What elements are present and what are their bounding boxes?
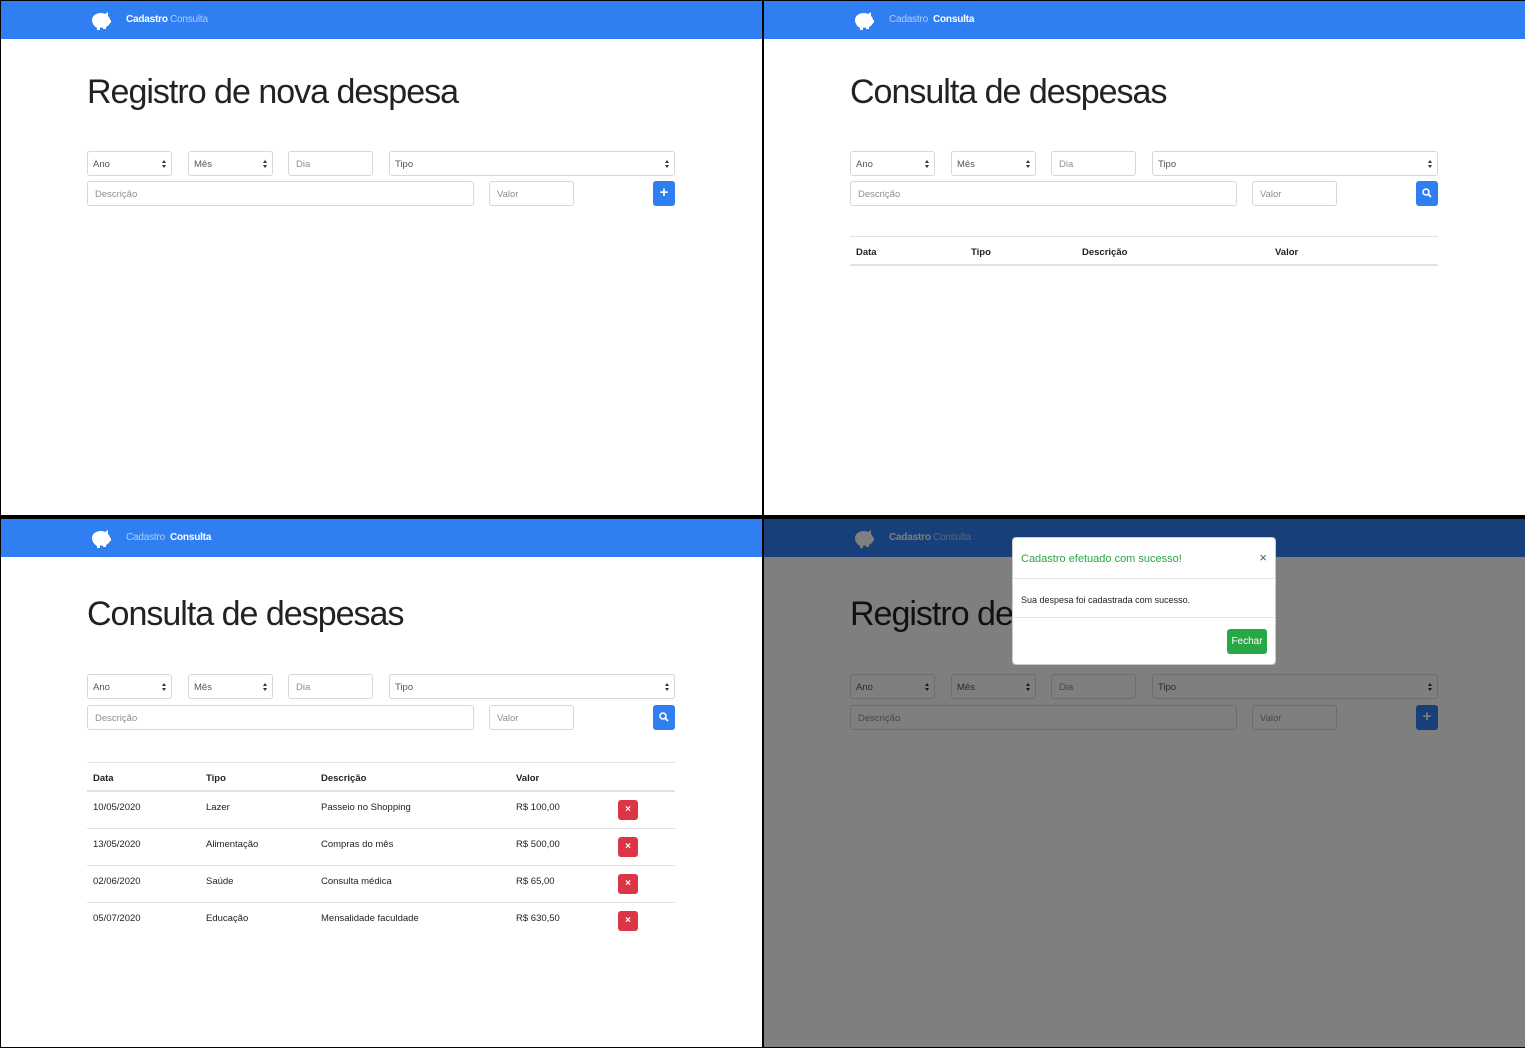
- nav-consulta[interactable]: Consulta: [933, 14, 974, 25]
- th-tipo: Tipo: [206, 773, 226, 784]
- descricao-input[interactable]: Descrição: [850, 181, 1237, 206]
- search-button[interactable]: [653, 705, 675, 730]
- mes-select[interactable]: Mês: [188, 674, 273, 699]
- valor-input[interactable]: Valor: [1252, 181, 1337, 206]
- nav-cadastro[interactable]: Cadastro: [126, 532, 165, 543]
- piggy-bank-icon[interactable]: [89, 8, 113, 32]
- descricao-input[interactable]: Descrição: [87, 705, 474, 730]
- page-title: Consulta de despesas: [850, 73, 1167, 111]
- dia-input[interactable]: Dia: [288, 674, 373, 699]
- th-valor: Valor: [516, 773, 540, 784]
- search-icon: [1422, 188, 1432, 198]
- table-header: Data Tipo Descrição Valor: [850, 236, 1438, 266]
- th-descricao: Descrição: [321, 773, 367, 784]
- tipo-select[interactable]: Tipo: [389, 151, 675, 176]
- cell-descricao: Mensalidade faculdade: [321, 913, 419, 924]
- cell-tipo: Saúde: [206, 876, 234, 887]
- piggy-bank-icon[interactable]: [89, 526, 113, 550]
- panel-registro: Cadastro Consulta Registro de nova despe…: [1, 1, 762, 515]
- panel-consulta-results: Cadastro Consulta Consulta de despesas A…: [1, 519, 762, 1047]
- cell-data: 13/05/2020: [93, 839, 141, 850]
- table-row: 13/05/2020 Alimentação Compras do mês R$…: [87, 829, 675, 866]
- search-icon: [659, 712, 669, 722]
- success-modal: Cadastro efetuado com sucesso! × Sua des…: [1012, 537, 1276, 665]
- descricao-input[interactable]: Descrição: [87, 181, 474, 206]
- add-button[interactable]: +: [653, 181, 675, 206]
- search-button[interactable]: [1416, 181, 1438, 206]
- navbar: Cadastro Consulta: [764, 1, 1525, 39]
- delete-button[interactable]: ×: [618, 800, 638, 820]
- cell-data: 02/06/2020: [93, 876, 141, 887]
- ano-select[interactable]: Ano: [850, 151, 935, 176]
- th-valor: Valor: [1275, 247, 1299, 258]
- navbar: Cadastro Consulta: [1, 519, 762, 557]
- modal-divider: [1013, 617, 1275, 618]
- delete-button[interactable]: ×: [618, 911, 638, 931]
- cell-descricao: Passeio no Shopping: [321, 802, 411, 813]
- nav-consulta[interactable]: Consulta: [170, 532, 211, 543]
- table-header: Data Tipo Descrição Valor: [87, 762, 675, 792]
- dia-input[interactable]: Dia: [288, 151, 373, 176]
- cell-data: 05/07/2020: [93, 913, 141, 924]
- mes-select[interactable]: Mês: [951, 151, 1036, 176]
- table-row: 02/06/2020 Saúde Consulta médica R$ 65,0…: [87, 866, 675, 903]
- cell-descricao: Compras do mês: [321, 839, 394, 850]
- th-tipo: Tipo: [971, 247, 991, 258]
- cell-descricao: Consulta médica: [321, 876, 392, 887]
- fechar-button[interactable]: Fechar: [1227, 629, 1267, 654]
- cell-valor: R$ 65,00: [516, 876, 555, 887]
- th-descricao: Descrição: [1082, 247, 1128, 258]
- cell-valor: R$ 100,00: [516, 802, 560, 813]
- nav-consulta[interactable]: Consulta: [170, 14, 208, 25]
- valor-input[interactable]: Valor: [489, 705, 574, 730]
- page-title: Registro de nova despesa: [87, 73, 459, 111]
- cell-data: 10/05/2020: [93, 802, 141, 813]
- cell-valor: R$ 630,50: [516, 913, 560, 924]
- mes-select[interactable]: Mês: [188, 151, 273, 176]
- cell-tipo: Lazer: [206, 802, 230, 813]
- th-data: Data: [856, 247, 877, 258]
- cell-tipo: Educação: [206, 913, 249, 924]
- cell-valor: R$ 500,00: [516, 839, 560, 850]
- nav-cadastro[interactable]: Cadastro: [889, 14, 928, 25]
- th-data: Data: [93, 773, 114, 784]
- ano-select[interactable]: Ano: [87, 674, 172, 699]
- tipo-select[interactable]: Tipo: [389, 674, 675, 699]
- valor-input[interactable]: Valor: [489, 181, 574, 206]
- close-icon: ×: [625, 804, 631, 815]
- delete-button[interactable]: ×: [618, 874, 638, 894]
- cell-tipo: Alimentação: [206, 839, 259, 850]
- tipo-select[interactable]: Tipo: [1152, 151, 1438, 176]
- plus-icon: +: [659, 184, 669, 201]
- panel-registro-modal: Cadastro Consulta Registro de n Ano Mês …: [764, 519, 1525, 1047]
- panel-consulta-empty: Cadastro Consulta Consulta de despesas A…: [764, 1, 1525, 515]
- close-icon[interactable]: ×: [1259, 550, 1267, 565]
- navbar: Cadastro Consulta: [1, 1, 762, 39]
- nav-cadastro[interactable]: Cadastro: [126, 14, 168, 25]
- table-row: 05/07/2020 Educação Mensalidade faculdad…: [87, 903, 675, 940]
- close-icon: ×: [625, 878, 631, 889]
- page-title: Consulta de despesas: [87, 595, 404, 633]
- piggy-bank-icon[interactable]: [852, 8, 876, 32]
- modal-body: Sua despesa foi cadastrada com sucesso.: [1021, 595, 1191, 605]
- close-icon: ×: [625, 841, 631, 852]
- table-row: 10/05/2020 Lazer Passeio no Shopping R$ …: [87, 792, 675, 829]
- close-icon: ×: [625, 915, 631, 926]
- ano-select[interactable]: Ano: [87, 151, 172, 176]
- delete-button[interactable]: ×: [618, 837, 638, 857]
- modal-divider: [1013, 578, 1275, 579]
- modal-title: Cadastro efetuado com sucesso!: [1021, 553, 1182, 565]
- dia-input[interactable]: Dia: [1051, 151, 1136, 176]
